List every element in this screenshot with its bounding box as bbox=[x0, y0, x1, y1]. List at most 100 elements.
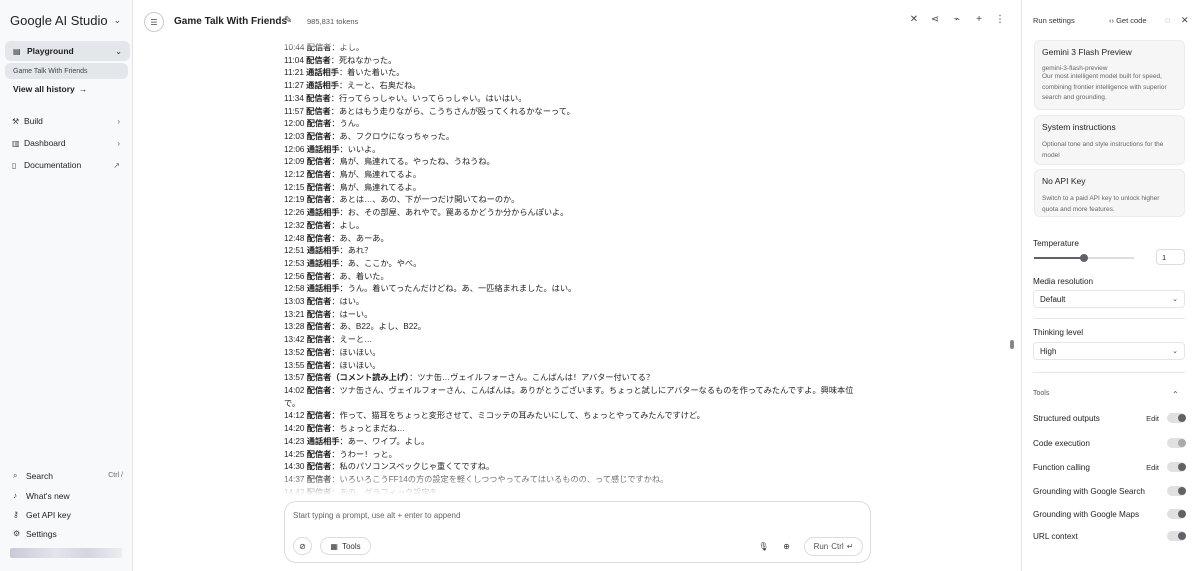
microphone-button[interactable]: 🎙 bbox=[754, 537, 773, 555]
edit-structured-outputs-button[interactable]: Edit bbox=[1146, 414, 1159, 423]
timestamp: 14:4? bbox=[284, 487, 305, 497]
enter-icon: ↵ bbox=[846, 542, 854, 551]
timestamp: 14:12 bbox=[284, 411, 305, 421]
system-instructions-card[interactable]: System instructions Optional tone and st… bbox=[1034, 115, 1185, 165]
timestamp: 13:03 bbox=[284, 297, 305, 307]
branch-icon[interactable]: ⌁ bbox=[951, 14, 963, 25]
sidebar-item-dashboard[interactable]: ▥ Dashboard › bbox=[12, 136, 120, 150]
sidebar-item-documentation[interactable]: ▯ Documentation ↗ bbox=[12, 158, 120, 172]
settings-button[interactable]: ⚙ Settings bbox=[13, 527, 123, 540]
temperature-slider-handle[interactable] bbox=[1080, 254, 1088, 262]
thinking-level-label: Thinking level bbox=[1033, 328, 1084, 337]
code-execution-toggle[interactable] bbox=[1167, 438, 1186, 448]
thinking-level-select[interactable]: High ⌄ bbox=[1033, 342, 1185, 360]
sidebar-toggle-button[interactable]: ☰ bbox=[144, 12, 164, 32]
speaker: 配信者 bbox=[306, 170, 332, 180]
timestamp: 14:25 bbox=[284, 449, 305, 459]
app-root: Google AI Studio ⌄ ▤ Playground ⌄ Game T… bbox=[0, 0, 1200, 571]
function-calling-toggle[interactable] bbox=[1167, 462, 1186, 472]
add-media-button[interactable]: ⊕ bbox=[777, 537, 796, 555]
transcript-line: 11:34 配信者：行ってらっしゃい。いってらっしゃい。はいはい。 bbox=[284, 93, 874, 106]
speaker: 通話相手 bbox=[306, 258, 340, 268]
history-item-current[interactable]: Game Talk With Friends bbox=[5, 63, 128, 79]
tool-grounding-maps: Grounding with Google Maps bbox=[1033, 507, 1186, 521]
account-avatar-blurred[interactable] bbox=[10, 548, 122, 558]
left-sidebar: Google AI Studio ⌄ ▤ Playground ⌄ Game T… bbox=[0, 0, 133, 571]
grounding-search-toggle[interactable] bbox=[1167, 486, 1186, 496]
compare-icon[interactable]: ✕ bbox=[908, 14, 920, 25]
run-button[interactable]: Run Ctrl ↵ bbox=[804, 537, 863, 556]
speaker: 配信者 bbox=[306, 55, 331, 65]
brand-title: Google AI Studio bbox=[10, 13, 108, 28]
get-code-button[interactable]: ‹› Get code bbox=[1109, 16, 1147, 25]
speaker: 通話相手 bbox=[306, 246, 340, 256]
model-selector-card[interactable]: Gemini 3 Flash Preview gemini-3-flash-pr… bbox=[1034, 40, 1185, 110]
sidebar-item-playground[interactable]: ▤ Playground ⌄ bbox=[5, 41, 130, 61]
microphone-icon: 🎙 bbox=[758, 541, 769, 551]
api-key-label: Get API key bbox=[26, 509, 71, 520]
prompt-input[interactable] bbox=[293, 511, 853, 520]
share-icon[interactable]: ⋖ bbox=[929, 14, 941, 25]
transcript-line: 13:42 配信者：えーと… bbox=[284, 334, 874, 347]
transcript-scrollbar[interactable] bbox=[1010, 340, 1014, 349]
utterance: ：えーと、右奥だね。 bbox=[338, 81, 421, 91]
sidebar-item-build[interactable]: ⚒ Build › bbox=[12, 114, 120, 128]
chevron-up-icon[interactable]: ⌃ bbox=[1172, 390, 1179, 399]
chevron-down-icon: ⌄ bbox=[113, 15, 122, 25]
chevron-down-icon: ⌄ bbox=[1172, 296, 1178, 303]
edit-function-calling-button[interactable]: Edit bbox=[1146, 463, 1159, 472]
new-chat-icon[interactable]: + bbox=[973, 14, 985, 25]
timestamp: 14:02 bbox=[284, 385, 305, 395]
utterance: ：うわー！っと。 bbox=[331, 449, 397, 459]
timestamp: 12:58 bbox=[284, 284, 305, 294]
utterance: ：あ、ここか。やべ。 bbox=[339, 258, 422, 268]
utterance: ：あ、フクロウになっちゃった。 bbox=[331, 131, 455, 141]
tool-label: Structured outputs bbox=[1033, 413, 1100, 423]
timestamp: 12:32 bbox=[284, 220, 305, 230]
hide-eye-button[interactable]: ⊘ bbox=[293, 537, 312, 555]
whats-new-button[interactable]: ♪ What's new bbox=[13, 489, 123, 502]
close-icon[interactable]: ✕ bbox=[1181, 15, 1189, 26]
transcript-line: で。 bbox=[284, 398, 874, 411]
transcript-line: 11:27 通話相手：えーと、右奥だね。 bbox=[284, 80, 874, 93]
transcript-line: 12:09 配信者：鳥が、鳥連れてる。やったね、うねうね。 bbox=[284, 156, 874, 169]
tool-grounding-search: Grounding with Google Search bbox=[1033, 484, 1186, 498]
search-button[interactable]: ⌕ Search Ctrl / bbox=[13, 469, 123, 482]
url-context-toggle[interactable] bbox=[1167, 531, 1186, 541]
divider bbox=[1033, 372, 1185, 373]
view-all-label: View all history bbox=[13, 84, 75, 94]
timestamp: 11:57 bbox=[284, 106, 304, 116]
speaker: 配信者 bbox=[306, 43, 332, 52]
temperature-slider[interactable] bbox=[1034, 254, 1134, 262]
tools-button[interactable]: ▦ Tools bbox=[320, 537, 371, 555]
search-shortcut: Ctrl / bbox=[108, 472, 123, 479]
speaker: 配信者 bbox=[306, 424, 332, 434]
tool-label: Grounding with Google Search bbox=[1033, 486, 1145, 496]
tools-icon: ▦ bbox=[330, 541, 338, 551]
feedback-icon[interactable]: ◌ bbox=[1165, 15, 1170, 25]
temperature-input[interactable]: 1 bbox=[1156, 249, 1185, 265]
transcript-line: 12:53 通話相手：あ、ここか。やべ。 bbox=[284, 258, 874, 271]
speaker: 配信者 bbox=[306, 93, 331, 103]
timestamp: 12:53 bbox=[284, 258, 305, 268]
speaker: 配信者 bbox=[306, 131, 332, 141]
structured-outputs-toggle[interactable] bbox=[1167, 413, 1186, 423]
whats-new-label: What's new bbox=[26, 490, 70, 501]
speaker: 通話相手 bbox=[306, 208, 340, 218]
timestamp: 11:04 bbox=[284, 55, 304, 65]
timestamp: 13:52 bbox=[284, 347, 305, 357]
utterance: ：ほいほい。 bbox=[331, 360, 381, 370]
timestamp: 12:12 bbox=[284, 170, 305, 180]
api-key-card[interactable]: No API Key Switch to a paid API key to u… bbox=[1034, 169, 1185, 217]
system-instructions-title: System instructions bbox=[1042, 122, 1116, 132]
brand-switcher[interactable]: Google AI Studio ⌄ bbox=[10, 13, 121, 28]
edit-title-icon[interactable]: ✎ bbox=[284, 15, 292, 26]
grounding-maps-toggle[interactable] bbox=[1167, 509, 1186, 519]
media-resolution-select[interactable]: Default ⌄ bbox=[1033, 290, 1185, 308]
transcript-line: 12:32 配信者：よし。 bbox=[284, 220, 874, 233]
view-all-history-link[interactable]: View all history → bbox=[13, 84, 87, 94]
get-api-key-button[interactable]: ⚷ Get API key bbox=[13, 508, 123, 521]
utterance: で。 bbox=[284, 398, 301, 408]
timestamp: 13:42 bbox=[284, 335, 305, 345]
more-options-icon[interactable]: ⋮ bbox=[994, 14, 1006, 25]
